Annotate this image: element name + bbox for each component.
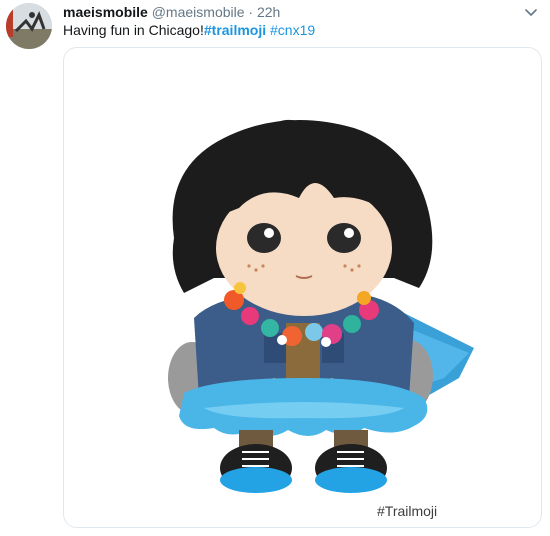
chevron-down-icon xyxy=(525,9,537,16)
trailmoji-illustration xyxy=(168,120,474,493)
hashtag-cnx19[interactable]: #cnx19 xyxy=(270,22,315,38)
more-menu-button[interactable] xyxy=(522,4,540,22)
author-name[interactable]: maeismobile xyxy=(63,4,148,20)
tweet-media[interactable]: #Trailmoji xyxy=(63,47,542,528)
media-caption: #Trailmoji xyxy=(377,503,438,519)
avatar-photo xyxy=(6,3,52,49)
tweet-timestamp[interactable]: 22h xyxy=(257,4,280,20)
meta-separator: · xyxy=(248,4,254,20)
tweet-text: Having fun in Chicago!#trailmoji #cnx19 xyxy=(63,21,315,39)
tweet-text-body: Having fun in Chicago! xyxy=(63,22,204,38)
avatar[interactable] xyxy=(6,3,52,49)
author-handle[interactable]: @maeismobile xyxy=(152,4,245,20)
tweet-header: maeismobile @maeismobile · 22h xyxy=(63,3,280,21)
hashtag-trailmoji[interactable]: #trailmoji xyxy=(204,22,266,38)
